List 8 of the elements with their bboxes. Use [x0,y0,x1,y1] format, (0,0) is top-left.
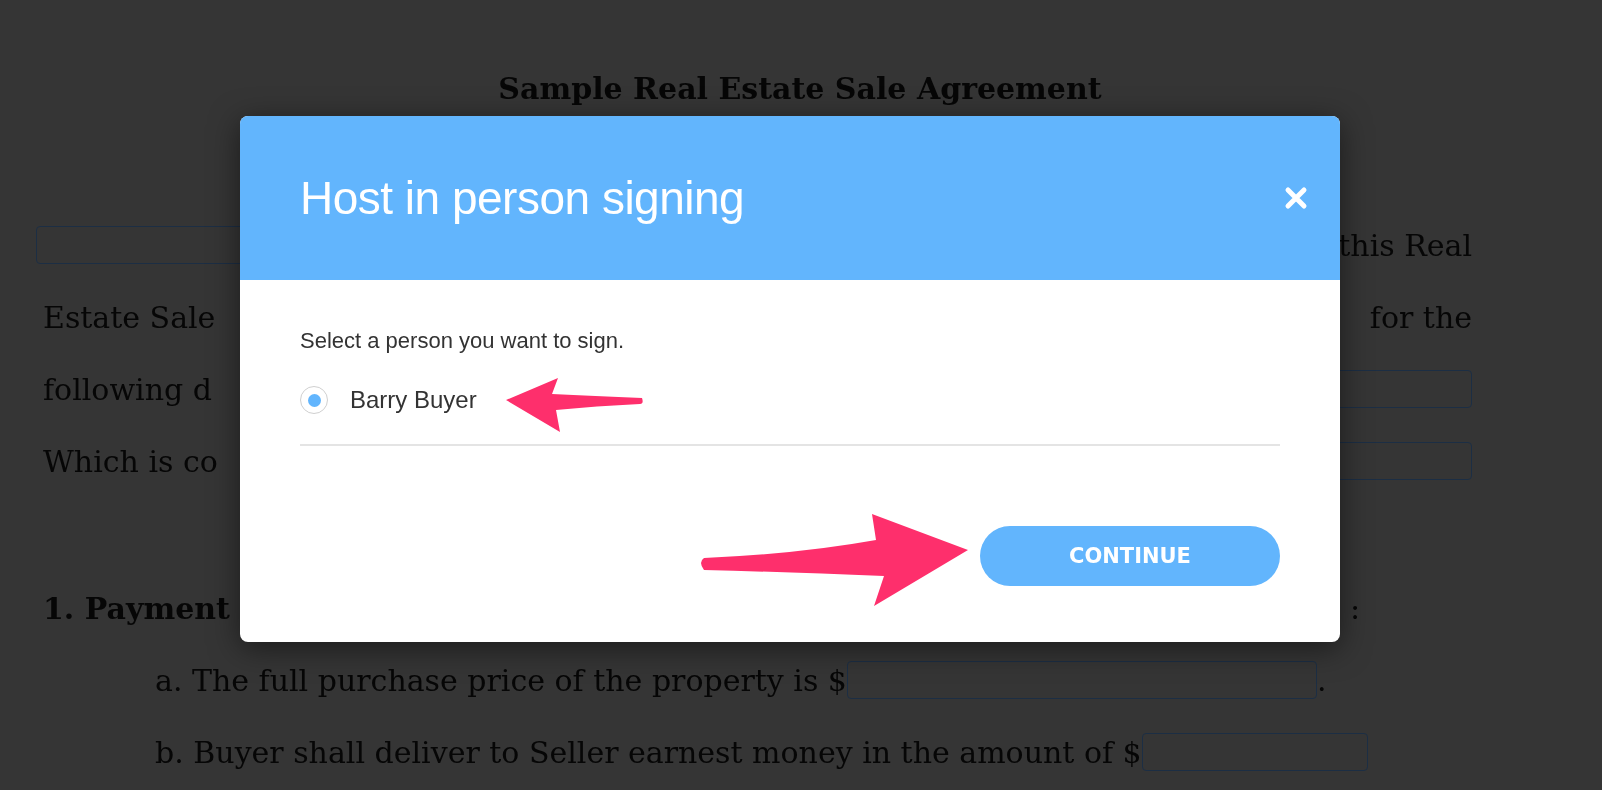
person-name[interactable]: Barry Buyer [350,386,477,414]
fill-in-field[interactable] [846,661,1317,699]
close-icon[interactable] [1284,186,1308,210]
document-text: : [1349,590,1360,626]
document-text: . [1316,662,1327,698]
fill-in-field[interactable] [1141,733,1368,771]
prompt-text: Select a person you want to sign. [300,328,626,354]
dialog-title: Host in person signing [300,171,745,225]
